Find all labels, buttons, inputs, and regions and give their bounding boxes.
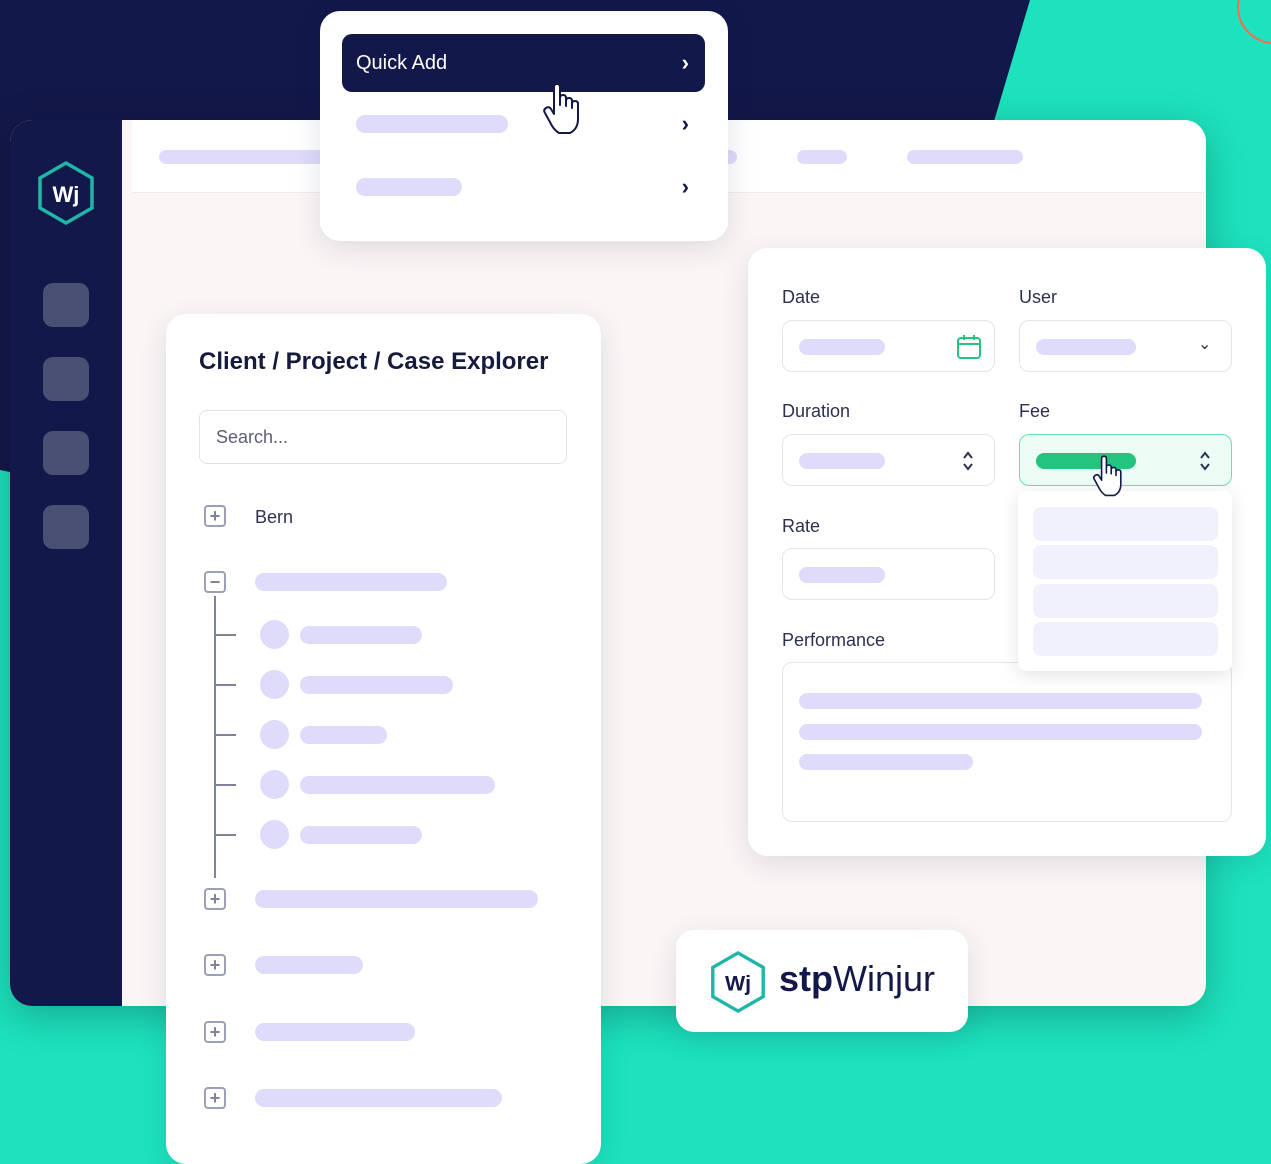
stepper-icon[interactable]: [961, 449, 975, 473]
chevron-right-icon: ›: [681, 50, 689, 75]
tree-child-placeholder[interactable]: [300, 826, 422, 844]
tree-child-placeholder[interactable]: [300, 726, 387, 744]
tree-item-placeholder[interactable]: [255, 1023, 415, 1041]
rate-field[interactable]: [782, 548, 995, 600]
brand-name-rest: Winjur: [833, 958, 936, 999]
brand-name: stpWinjur: [779, 958, 935, 1000]
user-label: User: [1019, 287, 1058, 307]
rate-value-placeholder: [799, 567, 885, 583]
tree-child-avatar: [260, 620, 289, 649]
dropdown-option[interactable]: [1033, 584, 1218, 618]
sidebar-item-1[interactable]: [43, 283, 89, 327]
quick-add-menu: Quick Add › › ›: [320, 11, 728, 241]
tree-item-bern[interactable]: Bern: [255, 507, 293, 528]
tree-child-avatar: [260, 770, 289, 799]
case-explorer-panel: Client / Project / Case Explorer + Bern …: [166, 314, 601, 1164]
menu-item-placeholder[interactable]: ›: [342, 95, 705, 153]
chevron-right-icon: ›: [681, 111, 689, 136]
brand-logo-text: Wj: [725, 972, 751, 996]
expand-plus-icon[interactable]: +: [204, 505, 226, 527]
sidebar-item-4[interactable]: [43, 505, 89, 549]
background-accent-ring: [1237, 0, 1271, 44]
tree-branch-line: [214, 784, 236, 786]
app-sidebar: Wj: [10, 120, 122, 1006]
hand-cursor-icon: [543, 83, 579, 134]
header-nav-placeholder[interactable]: [797, 150, 847, 164]
performance-label: Performance: [782, 630, 886, 650]
explorer-search-input[interactable]: [199, 410, 567, 464]
tree-branch-line: [214, 734, 236, 736]
menu-item-label: Quick Add: [356, 51, 448, 74]
tree-child-avatar: [260, 670, 289, 699]
sidebar-item-2[interactable]: [43, 357, 89, 401]
tree-child-placeholder[interactable]: [300, 626, 422, 644]
tree-child-avatar: [260, 820, 289, 849]
duration-stepper[interactable]: [782, 434, 995, 486]
tree-branch-line: [214, 684, 236, 686]
collapse-minus-icon[interactable]: −: [204, 571, 226, 593]
dropdown-option[interactable]: [1033, 507, 1218, 541]
wj-logo-icon[interactable]: Wj: [36, 160, 96, 226]
tree-branch-line: [214, 634, 236, 636]
performance-text-placeholder: [799, 724, 1202, 740]
hand-cursor-icon: [1092, 455, 1122, 497]
user-value-placeholder: [1036, 339, 1136, 355]
chevron-right-icon: ›: [681, 174, 689, 199]
user-select[interactable]: ⌄: [1019, 320, 1232, 372]
wj-logo-icon: Wj: [711, 950, 765, 1014]
rate-label: Rate: [782, 516, 821, 536]
dropdown-option[interactable]: [1033, 545, 1218, 579]
sidebar-item-3[interactable]: [43, 431, 89, 475]
sidebar-logo-text: Wj: [53, 182, 80, 207]
expand-plus-icon[interactable]: +: [204, 1087, 226, 1109]
expand-plus-icon[interactable]: +: [204, 1021, 226, 1043]
brand-badge: Wj stpWinjur: [676, 930, 968, 1032]
performance-text-placeholder: [799, 754, 973, 770]
tree-child-placeholder[interactable]: [300, 676, 453, 694]
performance-textarea[interactable]: [782, 662, 1232, 822]
tree-child-avatar: [260, 720, 289, 749]
explorer-title: Client / Project / Case Explorer: [199, 348, 549, 375]
stepper-icon[interactable]: [1198, 449, 1212, 473]
menu-item-placeholder[interactable]: ›: [342, 158, 705, 216]
tree-item-placeholder[interactable]: [255, 1089, 502, 1107]
tree-item-placeholder[interactable]: [255, 890, 538, 908]
menu-item-placeholder-bar: [356, 178, 462, 196]
tree-child-placeholder[interactable]: [300, 776, 495, 794]
duration-value-placeholder: [799, 453, 885, 469]
expand-plus-icon[interactable]: +: [204, 954, 226, 976]
calendar-icon[interactable]: [956, 334, 982, 360]
tree-branch-line: [214, 834, 236, 836]
menu-item-placeholder-bar: [356, 115, 508, 133]
tree-item-placeholder[interactable]: [255, 573, 447, 591]
header-nav-placeholder[interactable]: [159, 150, 339, 164]
chevron-down-icon: ⌄: [1198, 336, 1212, 353]
menu-item-quick-add[interactable]: Quick Add ›: [342, 34, 705, 92]
fee-stepper[interactable]: [1019, 434, 1232, 486]
performance-text-placeholder: [799, 693, 1202, 709]
date-label: Date: [782, 287, 821, 307]
expand-plus-icon[interactable]: +: [204, 888, 226, 910]
duration-label: Duration: [782, 401, 851, 421]
brand-name-strong: stp: [779, 958, 833, 999]
fee-dropdown: [1018, 491, 1232, 671]
date-value-placeholder: [799, 339, 885, 355]
dropdown-option[interactable]: [1033, 622, 1218, 656]
fee-label: Fee: [1019, 401, 1051, 421]
date-field[interactable]: [782, 320, 995, 372]
header-nav-placeholder[interactable]: [907, 150, 1023, 164]
tree-item-placeholder[interactable]: [255, 956, 363, 974]
